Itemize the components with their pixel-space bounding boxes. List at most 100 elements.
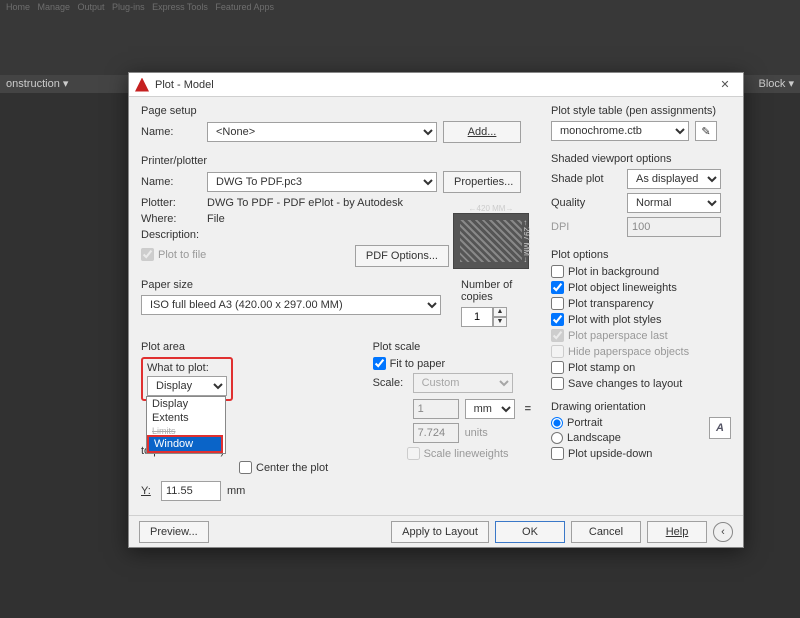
plot-to-file-check: Plot to file	[141, 248, 206, 261]
scale-units-label: units	[465, 427, 488, 439]
ribbon-item: Home Manage Output Plug-ins Express Tool…	[6, 2, 274, 12]
copies-up-icon[interactable]: ▲	[493, 307, 507, 317]
copies-group: Number of copies ▲▼	[461, 279, 535, 327]
printer-title: Printer/plotter	[141, 155, 535, 167]
dropdown-option-window[interactable]: Window	[147, 435, 223, 453]
add-page-setup-button[interactable]: Add...	[443, 121, 521, 143]
plot-options-group: Plot options Plot in background Plot obj…	[551, 249, 731, 393]
scale-num-input	[413, 399, 459, 419]
plot-style-select[interactable]: monochrome.ctb	[551, 121, 689, 141]
quality-select[interactable]: Normal	[627, 193, 721, 213]
center-plot-check[interactable]: Center the plot	[239, 461, 328, 474]
autocad-logo-icon	[135, 78, 149, 92]
paper-size-select[interactable]: ISO full bleed A3 (420.00 x 297.00 MM)	[141, 295, 441, 315]
shaded-viewport-group: Shaded viewport options Shade plot As dis…	[551, 153, 731, 241]
what-to-plot-highlight: What to plot: Display	[141, 357, 233, 401]
paper-width-label: ←420 MM→	[454, 204, 528, 213]
plot-dialog: Plot - Model ✕ Page setup Name: <None> A…	[128, 72, 744, 548]
fit-to-paper-check[interactable]: Fit to paper	[373, 357, 535, 370]
titlebar: Plot - Model ✕	[129, 73, 743, 97]
dropdown-option-limits[interactable]: Limits	[147, 425, 225, 437]
preview-button[interactable]: Preview...	[139, 521, 209, 543]
plot-stamp-check[interactable]: Plot stamp on	[551, 361, 731, 374]
orientation-icon: A	[709, 417, 731, 439]
scale-select: Custom	[413, 373, 513, 393]
printer-name-select[interactable]: DWG To PDF.pc3	[207, 172, 437, 192]
paper-preview: ←420 MM→ ←297 MM→	[453, 213, 529, 269]
desc-label: Description:	[141, 229, 201, 241]
portrait-radio[interactable]: Portrait	[551, 417, 709, 429]
where-value: File	[207, 213, 225, 225]
dropdown-option-extents[interactable]: Extents	[147, 411, 225, 425]
chevron-left-icon: ‹	[721, 526, 725, 538]
copies-input[interactable]	[461, 307, 493, 327]
save-changes-check[interactable]: Save changes to layout	[551, 377, 731, 390]
plot-scale-title: Plot scale	[373, 341, 535, 353]
scale-unit-select[interactable]: mm	[465, 399, 515, 419]
plot-scale-group: Plot scale Fit to paper Scale: Custom mm…	[373, 341, 535, 505]
offset-y-label: Y:	[141, 485, 155, 497]
plot-area-group: Plot area What to plot: Display Display …	[141, 341, 353, 505]
apply-to-layout-button[interactable]: Apply to Layout	[391, 521, 489, 543]
plot-area-title: Plot area	[141, 341, 353, 353]
scale-label: Scale:	[373, 377, 407, 389]
plot-styles-check[interactable]: Plot with plot styles	[551, 313, 731, 326]
dialog-title: Plot - Model	[155, 79, 713, 91]
copies-down-icon[interactable]: ▼	[493, 317, 507, 327]
pdf-options-button[interactable]: PDF Options...	[355, 245, 449, 267]
plot-transparency-check[interactable]: Plot transparency	[551, 297, 731, 310]
cancel-button[interactable]: Cancel	[571, 521, 641, 543]
page-setup-title: Page setup	[141, 105, 535, 117]
paper-size-title: Paper size	[141, 279, 441, 291]
landscape-radio[interactable]: Landscape	[551, 432, 709, 444]
hide-paperspace-check: Hide paperspace objects	[551, 345, 731, 358]
plot-style-title: Plot style table (pen assignments)	[551, 105, 731, 117]
page-setup-name-select[interactable]: <None>	[207, 122, 437, 142]
what-to-plot-select[interactable]: Display	[147, 376, 227, 396]
paper-size-group: Paper size ISO full bleed A3 (420.00 x 2…	[141, 279, 441, 327]
page-setup-name-label: Name:	[141, 126, 201, 138]
what-to-plot-dropdown[interactable]: Display Extents Limits Window	[146, 396, 226, 454]
orientation-group: Drawing orientation Portrait Landscape P…	[551, 401, 731, 463]
plot-style-edit-button[interactable]: ✎	[695, 121, 717, 141]
panel-left: onstruction ▾	[6, 78, 68, 90]
printer-properties-button[interactable]: Properties...	[443, 171, 521, 193]
plot-lineweights-check[interactable]: Plot object lineweights	[551, 281, 731, 294]
page-setup-group: Page setup Name: <None> Add...	[141, 105, 535, 147]
scale-lineweights-check: Scale lineweights	[407, 447, 535, 460]
upside-down-check[interactable]: Plot upside-down	[551, 447, 709, 460]
plot-background-check[interactable]: Plot in background	[551, 265, 731, 278]
help-button[interactable]: Help	[647, 521, 707, 543]
shade-plot-label: Shade plot	[551, 173, 621, 185]
expand-dialog-button[interactable]: ‹	[713, 522, 733, 542]
printer-name-label: Name:	[141, 176, 201, 188]
shade-plot-select[interactable]: As displayed	[627, 169, 721, 189]
close-button[interactable]: ✕	[713, 78, 737, 91]
plot-options-title: Plot options	[551, 249, 731, 261]
dropdown-option-display[interactable]: Display	[147, 397, 225, 411]
scale-den-input	[413, 423, 459, 443]
equals-icon: =	[521, 403, 535, 415]
dpi-input	[627, 217, 721, 237]
offset-y-unit: mm	[227, 485, 245, 497]
offset-y-input[interactable]	[161, 481, 221, 501]
printer-group: Printer/plotter Name: DWG To PDF.pc3 Pro…	[141, 155, 535, 271]
where-label: Where:	[141, 213, 201, 225]
shaded-title: Shaded viewport options	[551, 153, 731, 165]
copies-spinner[interactable]: ▲▼	[461, 307, 507, 327]
dialog-footer: Preview... Apply to Layout OK Cancel Hel…	[129, 515, 743, 547]
copies-title: Number of copies	[461, 279, 535, 303]
plot-style-group: Plot style table (pen assignments) monoc…	[551, 105, 731, 145]
what-to-plot-label: What to plot:	[147, 362, 227, 374]
orientation-title: Drawing orientation	[551, 401, 731, 413]
quality-label: Quality	[551, 197, 621, 209]
plotter-label: Plotter:	[141, 197, 201, 209]
dpi-label: DPI	[551, 221, 621, 233]
panel-right: Block ▾	[759, 77, 794, 90]
pencil-icon: ✎	[701, 125, 710, 138]
ok-button[interactable]: OK	[495, 521, 565, 543]
ribbon: Home Manage Output Plug-ins Express Tool…	[0, 0, 800, 75]
plot-paperspace-check: Plot paperspace last	[551, 329, 731, 342]
plotter-value: DWG To PDF - PDF ePlot - by Autodesk	[207, 197, 447, 209]
paper-height-label: ←297 MM→	[522, 214, 531, 268]
